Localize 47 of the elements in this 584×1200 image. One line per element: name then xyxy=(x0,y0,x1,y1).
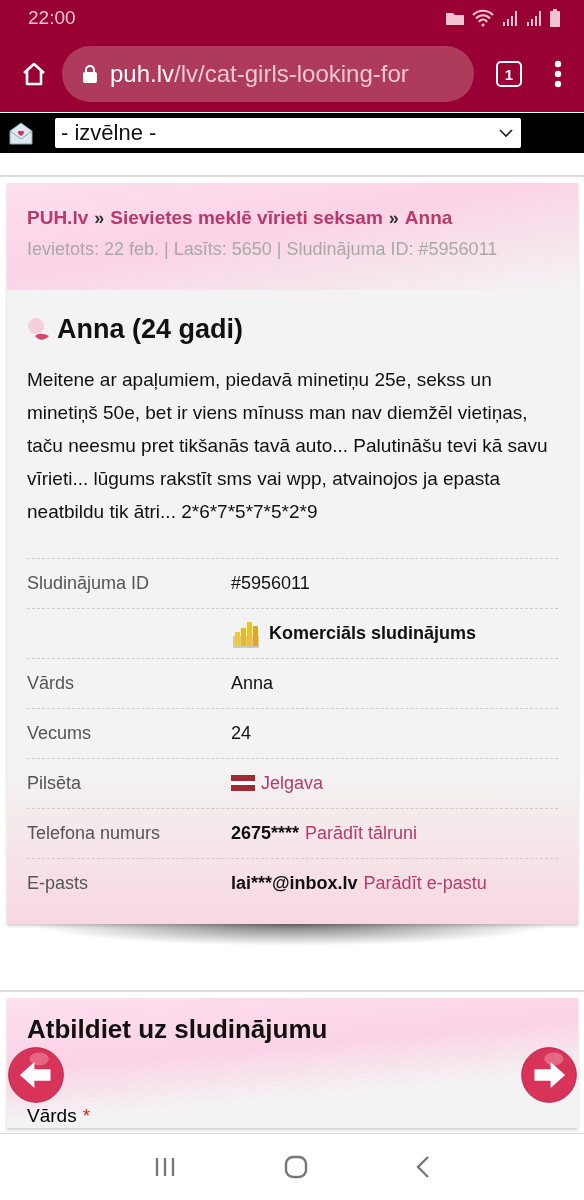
breadcrumb-link[interactable]: Sievietes meklē vīrieti seksam xyxy=(110,207,383,229)
chevron-icon xyxy=(499,128,513,138)
menu-dropdown[interactable]: - izvēlne - xyxy=(55,118,521,148)
required-mark: * xyxy=(82,1105,91,1127)
signal-icon xyxy=(526,10,542,26)
detail-label: Pilsēta xyxy=(27,773,82,793)
masked-contact: 2675**** xyxy=(231,823,300,844)
wifi-icon xyxy=(472,9,494,27)
menu-icon[interactable] xyxy=(554,60,562,88)
url-text: puh.lv/lv/cat-girls-looking-for xyxy=(110,60,409,88)
masked-contact: lai***@inbox.lv xyxy=(231,873,358,894)
forward-arrow-button[interactable] xyxy=(520,1046,578,1104)
lips-icon xyxy=(27,316,51,343)
detail-label: E-pasts xyxy=(27,873,89,893)
envelope-icon[interactable] xyxy=(9,121,33,145)
breadcrumb-link[interactable]: PUH.lv xyxy=(27,207,89,229)
breadcrumb-link[interactable]: Anna xyxy=(404,207,453,229)
detail-label: Vecums xyxy=(27,723,92,743)
back-icon[interactable] xyxy=(416,1156,430,1178)
detail-label: Telefona numurs xyxy=(27,823,161,843)
commercial-label: Komerciāls sludinājums xyxy=(269,623,477,644)
breadcrumb-separator: » xyxy=(94,208,105,229)
tab-count-button[interactable]: 1 xyxy=(496,61,522,87)
field-label: Vārds xyxy=(27,1105,77,1127)
recent-apps-icon[interactable] xyxy=(154,1157,176,1177)
reveal-link[interactable]: Parādīt e-pastu xyxy=(363,873,487,894)
address-bar[interactable]: puh.lv/lv/cat-girls-looking-for xyxy=(62,46,474,102)
clock: 22:00 xyxy=(28,7,76,29)
ad-meta: Ievietots: 22 feb. | Lasīts: 5650 | Sludinājuma ID: #5956011 xyxy=(27,239,499,260)
ad-description: Meitene ar apaļumiem, piedavā minetiņu 25e, sekss un minetiņš 50e, bet ir viens mīnuss man nav diemžēl vietiņas, taču neesmu pret tikšanās tavā auto... Palutināšu tevi kā savu vīrieti... lūgums rakstīt sms vai wpp, atvainojos ja epasta neatbildu tik ātri... 2*6*7*5*7*5*2*9 xyxy=(27,368,549,524)
battery-icon xyxy=(550,9,560,27)
detail-label: Sludinājuma ID xyxy=(27,573,150,593)
ad-title: Anna (24 gadi) xyxy=(57,314,244,345)
lock-icon xyxy=(82,64,98,84)
detail-value: 24 xyxy=(231,723,252,744)
signal-icon xyxy=(502,10,518,26)
folder-icon xyxy=(446,11,464,25)
detail-label: Vārds xyxy=(27,673,75,693)
home-icon[interactable] xyxy=(284,1155,308,1179)
city-link[interactable]: Jelgava xyxy=(261,773,324,794)
section-title: Atbildiet uz sludinājumu xyxy=(27,1013,329,1045)
detail-value: #5956011 xyxy=(231,573,310,594)
back-arrow-button[interactable] xyxy=(7,1046,65,1104)
flag-icon xyxy=(231,775,255,791)
reveal-link[interactable]: Parādīt tālruni xyxy=(305,823,418,844)
breadcrumb-separator: » xyxy=(388,208,399,229)
detail-value: Anna xyxy=(231,673,274,694)
